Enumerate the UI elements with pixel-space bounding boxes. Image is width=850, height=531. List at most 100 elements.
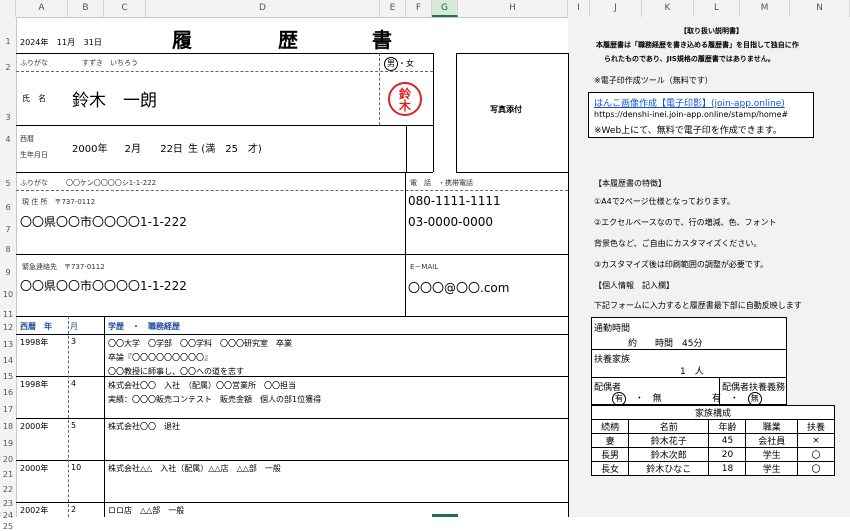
history-month[interactable]: 3 [71,337,76,346]
column-header-c[interactable]: C [104,0,146,17]
emergency-address[interactable]: 〇〇県〇〇市〇〇〇〇1-1-222 [20,277,187,294]
column-header-k[interactable]: K [642,0,694,17]
row-header[interactable]: 3 [0,113,16,122]
row-header[interactable]: 8 [0,245,16,254]
border [433,53,434,172]
history-year[interactable]: 2000年 [20,421,48,432]
column-header-d[interactable]: D [146,0,380,17]
column-header-a[interactable]: A [16,0,68,17]
stamp-tool-link[interactable]: はんこ画像作成【電子印影】(join-app.online) [594,96,785,109]
family-header: 扶養 [796,419,836,434]
family-cell[interactable]: 鈴木花子 [628,433,710,448]
row-header[interactable]: 5 [0,179,16,188]
history-month[interactable]: 2 [71,505,76,514]
column-header-b[interactable]: B [68,0,104,17]
birth-date[interactable]: 2000年 2月 22日 生 (満 25 才) [72,140,262,155]
dependents-value[interactable]: 1 人 [680,364,704,377]
address-furigana[interactable]: 〇〇ケン〇〇〇〇シ1-1-222 [66,178,156,188]
border [406,125,407,172]
row-header[interactable]: 23 [0,499,16,508]
family-cell[interactable]: 鈴木ひなこ [628,461,710,476]
column-header-e[interactable]: E [380,0,406,17]
row-header[interactable]: 14 [0,356,16,365]
history-month[interactable]: 4 [71,379,76,388]
family-cell[interactable]: × [796,433,836,448]
family-cell[interactable]: 会社員 [745,433,798,448]
family-cell[interactable]: 長女 [590,461,630,476]
history-month[interactable]: 10 [71,463,81,472]
row-header[interactable]: 1 [0,37,16,46]
row-header[interactable]: 19 [0,439,16,448]
row-header[interactable]: 10 [0,290,16,299]
spouse-dependent-no-circle[interactable]: 無 [747,392,762,406]
birth-label: 生年月日 [20,151,48,159]
phone-landline[interactable]: 03-0000-0000 [408,215,493,229]
history-year[interactable]: 2002年 [20,505,48,516]
row-header[interactable]: 6 [0,203,16,212]
history-year[interactable]: 2000年 [20,463,48,474]
column-header-g[interactable]: G [432,0,458,17]
row-header[interactable]: 9 [0,268,16,277]
column-header-m[interactable]: M [740,0,790,17]
column-header-i[interactable]: I [568,0,590,17]
row-header[interactable]: 18 [0,422,16,431]
history-content[interactable]: 株式会社〇〇 退社 [108,421,180,432]
family-cell[interactable]: 20 [708,447,747,462]
row-header[interactable]: 25 [0,522,16,531]
spouse-dependent-yes[interactable]: 有 [712,394,721,404]
history-content[interactable]: 株式会社〇〇 入社 （配属）〇〇営業所 〇〇担当 実績：〇〇〇販売コンテスト 販… [108,379,321,407]
family-cell[interactable]: 学生 [745,447,798,462]
row-header[interactable]: 17 [0,405,16,414]
photo-placeholder[interactable]: 写真添付 [490,104,522,115]
history-year[interactable]: 1998年 [20,337,48,348]
row-header[interactable]: 21 [0,470,16,479]
spouse-dependent-selector[interactable]: 有 ・ 無 [712,391,762,406]
current-address[interactable]: 〇〇県〇〇市〇〇〇〇1-1-222 [20,213,187,230]
column-header-f[interactable]: F [406,0,432,17]
family-cell[interactable]: 45 [708,433,747,448]
row-header[interactable]: 22 [0,485,16,494]
row-header[interactable]: 20 [0,455,16,464]
email-value[interactable]: 〇〇〇@〇〇.com [408,279,509,296]
history-content[interactable]: 〇〇大学 〇学部 〇〇学科 〇〇〇研究室 卒業 卒論『〇〇〇〇〇〇〇〇〇』 〇〇… [108,337,292,379]
name-value[interactable]: 鈴木 一朗 [72,86,157,111]
family-cell[interactable]: 学生 [745,461,798,476]
furigana-name[interactable]: すずき いちろう [82,58,138,68]
column-header-j[interactable]: J [590,0,642,17]
column-header-n[interactable]: N [790,0,850,17]
row-header[interactable]: 2 [0,63,16,72]
family-cell[interactable]: 鈴木次郎 [628,447,710,462]
family-cell[interactable]: 18 [708,461,747,476]
history-year[interactable]: 1998年 [20,379,48,390]
row-header[interactable]: 4 [0,135,16,144]
gender-male-circle[interactable]: 男 [384,57,398,71]
row-header[interactable]: 12 [0,323,16,332]
history-content[interactable]: 株式会社△△ 入社（配属）△△店 △△部 一般 [108,463,281,474]
gender-female[interactable]: 女 [406,59,414,68]
family-cell[interactable]: 〇 [796,447,836,462]
history-content[interactable]: ロロ店 △△部 一般 [108,505,184,516]
family-cell[interactable]: 妻 [590,433,630,448]
spouse-selector[interactable]: 有 ・ 無 [612,391,662,406]
column-header-h[interactable]: H [458,0,568,17]
phone-mobile[interactable]: 080-1111-1111 [408,194,501,208]
spouse-no[interactable]: 無 [653,394,662,404]
family-header-row: 続柄 名前 年齢 職業 扶養 [590,419,836,434]
select-all-corner[interactable] [0,0,16,17]
gender-selector[interactable]: 男・女 [384,57,414,71]
spouse-yes-circle[interactable]: 有 [612,392,626,406]
row-header[interactable]: 13 [0,340,16,349]
border [568,316,569,517]
row-header[interactable]: 15 [0,372,16,381]
stamp-tool-url[interactable]: https://denshi-inei.join-app.online/stam… [594,110,788,119]
family-cell[interactable]: 〇 [796,461,836,476]
row-header[interactable]: 11 [0,310,16,319]
row-header[interactable]: 16 [0,388,16,397]
row-header[interactable]: 24 [0,511,16,520]
row-header[interactable]: 7 [0,225,16,234]
commute-value[interactable]: 約 時間 45分 [628,336,702,349]
history-month[interactable]: 5 [71,421,76,430]
family-cell[interactable]: 長男 [590,447,630,462]
column-header-l[interactable]: L [694,0,740,17]
resume-date[interactable]: 2024年 11月 31日 [20,37,102,48]
